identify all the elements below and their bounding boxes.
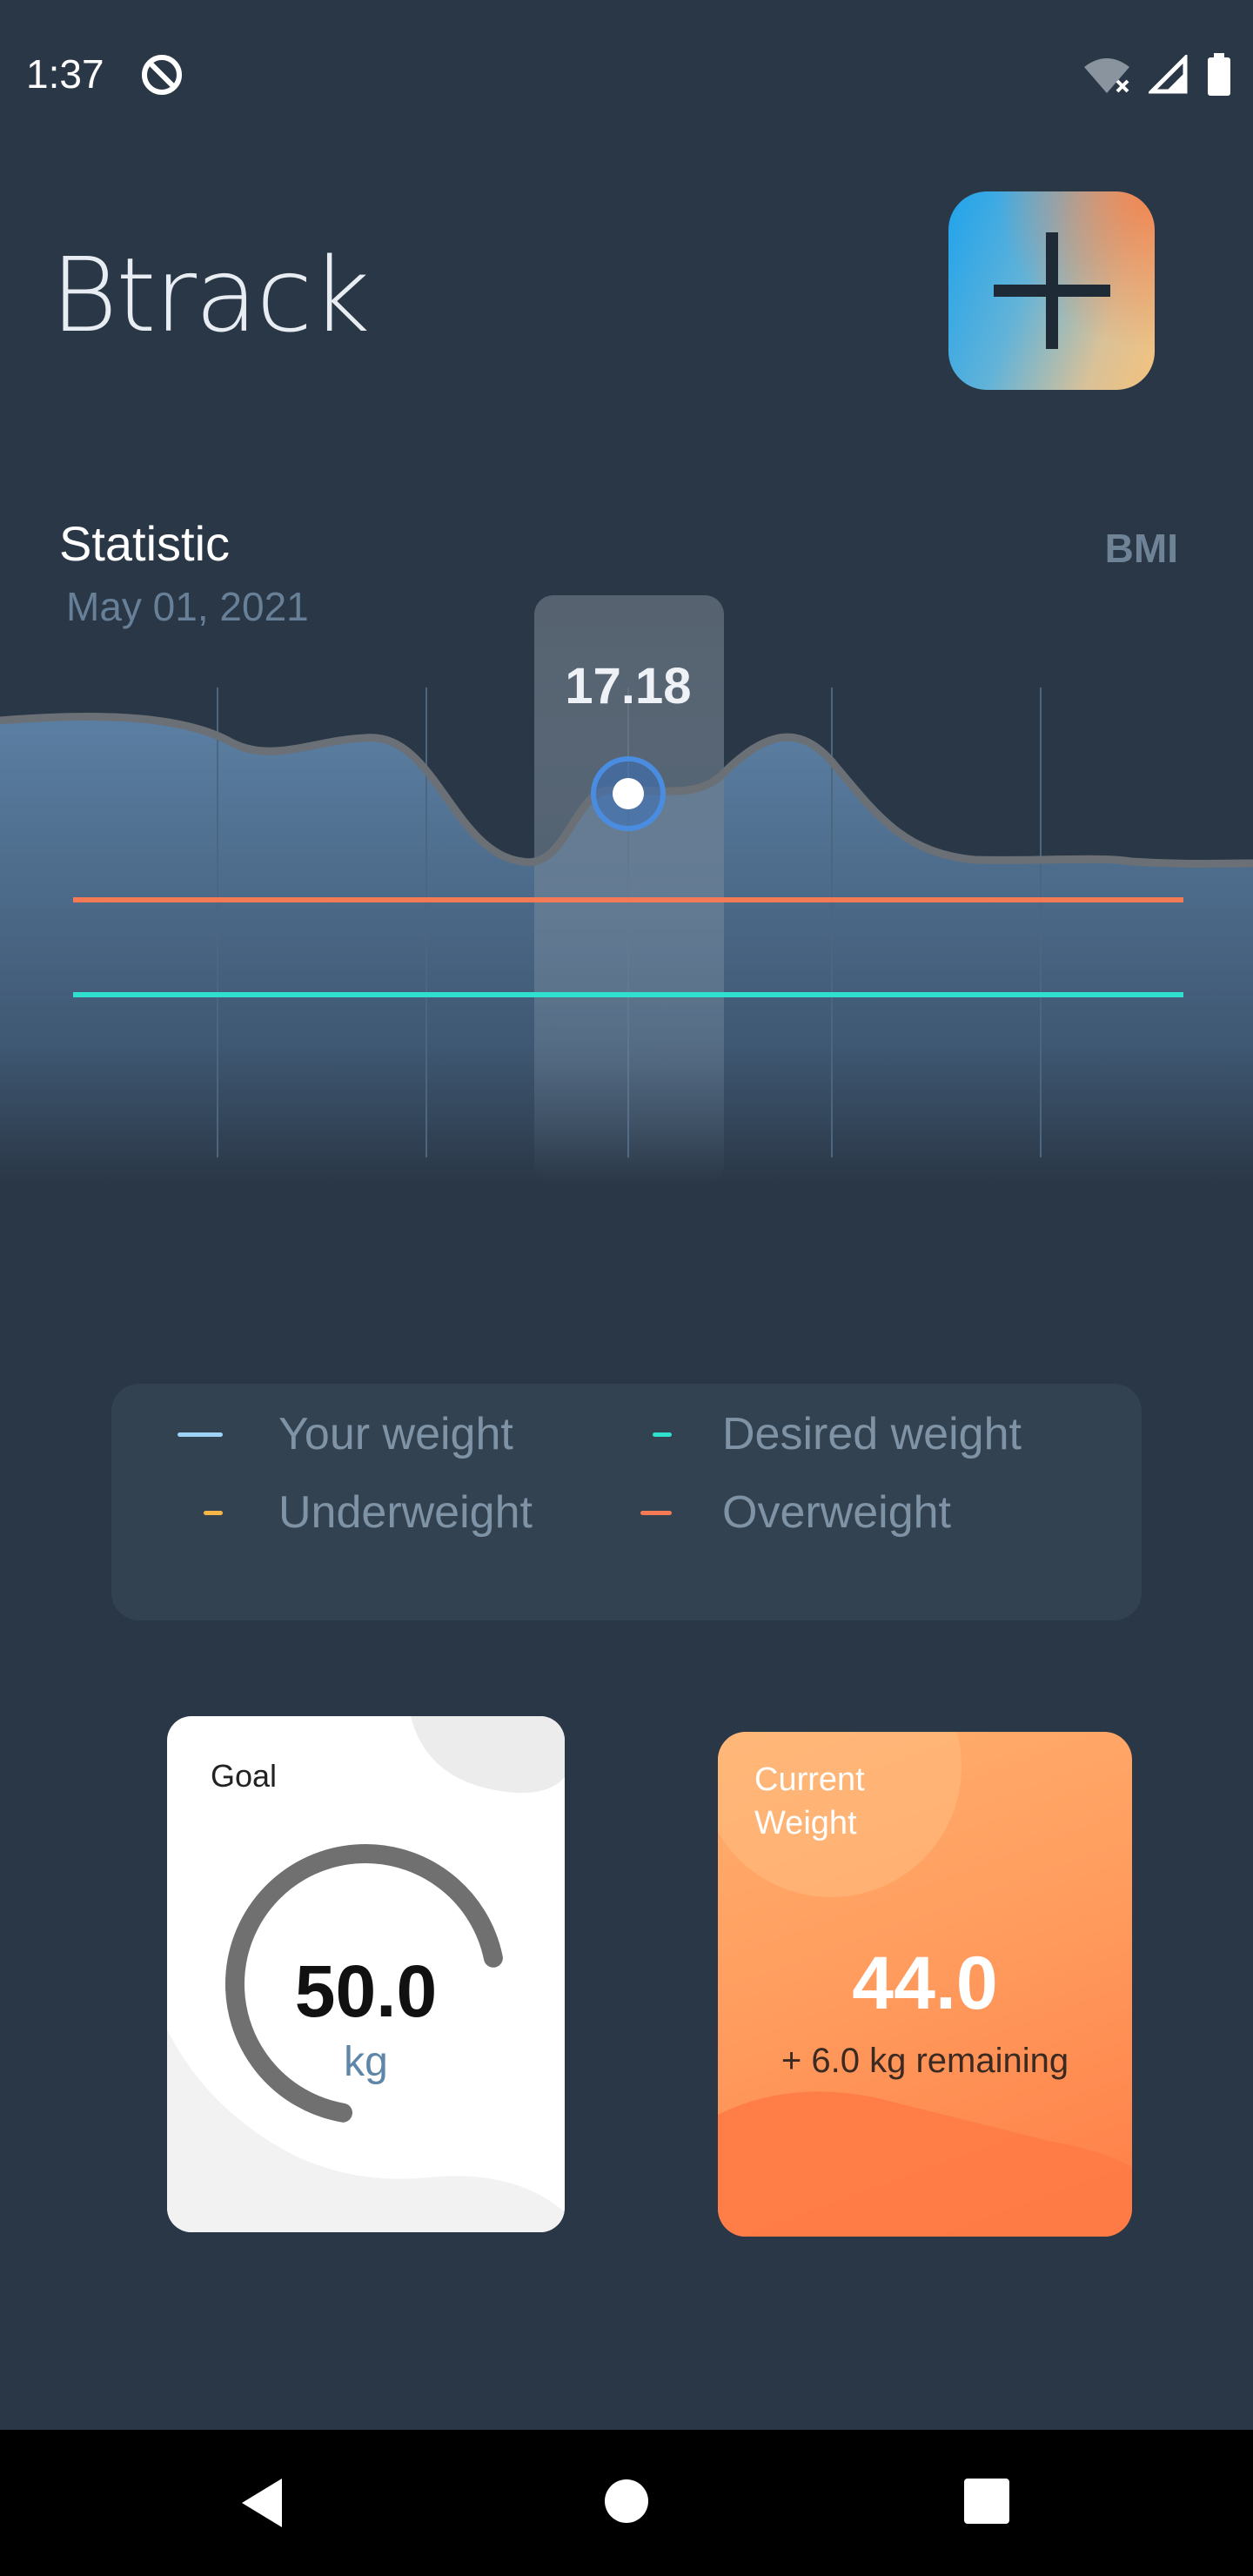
legend-label: Overweight xyxy=(722,1487,951,1538)
goal-title: Goal xyxy=(211,1758,278,1794)
legend-item-your-weight: Your weight xyxy=(178,1408,513,1460)
current-weight-title-line1: Current xyxy=(754,1761,865,1798)
back-icon[interactable] xyxy=(237,2475,287,2531)
signal-icon xyxy=(1149,55,1188,94)
battery-icon xyxy=(1208,53,1230,96)
legend-label: Desired weight xyxy=(722,1409,1022,1459)
status-icons xyxy=(1082,52,1232,97)
home-icon[interactable] xyxy=(604,2479,649,2524)
do-not-disturb-icon xyxy=(139,52,184,97)
chart-legend: Your weight Desired weight Underweight O… xyxy=(111,1384,1142,1620)
legend-swatch xyxy=(640,1510,672,1515)
chart-selected-point-center xyxy=(613,778,644,809)
current-weight-title: Current Weight xyxy=(754,1758,865,1845)
current-weight-title-line2: Weight xyxy=(754,1805,857,1841)
plus-icon xyxy=(993,232,1110,349)
legend-swatch xyxy=(653,1432,672,1437)
wifi-off-icon xyxy=(1084,58,1129,93)
weight-remaining: + 6.0 kg remaining xyxy=(781,2042,1069,2080)
add-entry-button[interactable] xyxy=(948,191,1155,390)
navigation-bar xyxy=(0,2430,1253,2576)
goal-value: 50.0 xyxy=(294,1950,438,2032)
goal-card[interactable]: Goal 50.0 kg xyxy=(167,1716,565,2232)
legend-label: Your weight xyxy=(278,1409,513,1459)
legend-item-underweight: Underweight xyxy=(204,1486,533,1539)
bmi-chart[interactable]: 17.18 xyxy=(0,592,1253,1184)
chart-mode-toggle[interactable]: BMI xyxy=(1105,525,1178,572)
goal-unit: kg xyxy=(344,2039,388,2085)
legend-swatch xyxy=(204,1510,223,1515)
legend-item-overweight: Overweight xyxy=(640,1486,951,1539)
statistic-title: Statistic xyxy=(59,516,231,571)
chart-tooltip-value: 17.18 xyxy=(565,658,691,714)
app-title: Btrack xyxy=(50,235,371,355)
legend-item-desired-weight: Desired weight xyxy=(653,1408,1022,1460)
legend-swatch xyxy=(178,1432,223,1437)
current-weight-value: 44.0 xyxy=(852,1942,998,2025)
status-time: 1:37 xyxy=(26,51,104,97)
recents-icon[interactable] xyxy=(964,2479,1009,2524)
current-weight-card[interactable]: Current Weight 44.0 + 6.0 kg remaining xyxy=(718,1732,1132,2237)
legend-label: Underweight xyxy=(278,1487,533,1538)
